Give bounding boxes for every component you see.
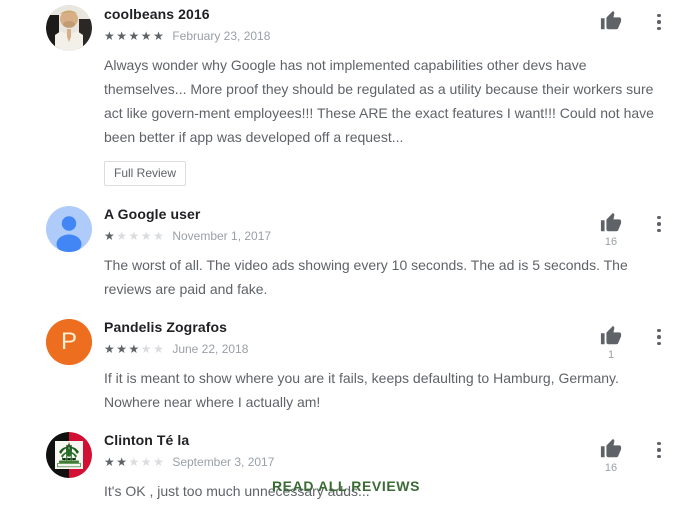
review-date: November 1, 2017 [172,229,272,243]
thumb-up-icon [600,212,622,232]
review-meta: ★ ★ ★ ★ ★ February 23, 2018 [104,28,668,44]
avatar-photo-icon [46,5,92,51]
review-date: June 22, 2018 [172,342,249,356]
overflow-dot [657,328,661,333]
thumb-up-button[interactable] [594,10,628,47]
review-item: A Google user ★ ★ ★ ★ ★ November 1, 2017 The… [0,204,692,301]
review-author: Pandelis Zografos [104,319,228,335]
read-all-reviews-footer: READ ALL REVIEWS [0,463,692,509]
overflow-dot [657,335,661,339]
star-rating: ★ ★ ★ ★ ★ [104,230,165,242]
default-user-avatar-icon [46,206,92,252]
read-all-reviews-button[interactable]: READ ALL REVIEWS [264,472,428,500]
star-filled-icon: ★ [128,29,141,43]
overflow-menu-icon[interactable] [650,438,668,461]
avatar[interactable] [46,206,92,252]
full-review-button[interactable]: Full Review [104,161,187,186]
star-rating: ★ ★ ★ ★ ★ [104,30,165,42]
review-meta: ★ ★ ★ ★ ★ June 22, 2018 [104,341,668,357]
overflow-dot [657,222,661,226]
thumb-up-icon [600,438,622,458]
star-filled-icon: ★ [153,29,166,43]
review-text: Always wonder why Google has not impleme… [104,57,658,145]
review-meta: ★ ★ ★ ★ ★ November 1, 2017 [104,228,668,244]
review-header: A Google user ★ ★ ★ ★ ★ November 1, 2017 [104,204,668,244]
thumb-up-count: 16 [604,236,618,248]
star-filled-icon: ★ [128,342,141,356]
review-header: Pandelis Zografos ★ ★ ★ ★ ★ June 22, 2018 [104,317,668,357]
review-item: coolbeans 2016 ★ ★ ★ ★ ★ February 23, 2018 A… [0,0,692,186]
star-empty-icon: ★ [153,229,166,243]
overflow-dot [657,448,661,452]
review-date: February 23, 2018 [172,29,271,43]
star-filled-icon: ★ [104,229,117,243]
review-author: Clinton Té la [104,432,190,448]
avatar[interactable] [46,5,92,51]
review-author: A Google user [104,206,201,222]
star-empty-icon: ★ [140,342,154,356]
thumb-up-count: 1 [607,349,615,361]
star-filled-icon: ★ [116,29,129,43]
overflow-menu-icon[interactable] [650,212,668,235]
overflow-menu-icon[interactable] [650,325,668,348]
star-empty-icon: ★ [128,229,141,243]
overflow-dot [657,454,661,459]
overflow-dot [657,228,661,233]
overflow-dot [657,26,661,31]
avatar[interactable]: P [46,319,92,365]
overflow-menu-icon[interactable] [650,10,668,33]
overflow-dot [657,20,661,24]
review-item: P Pandelis Zografos ★ ★ ★ ★ ★ June 22, 2018 … [0,317,692,414]
star-empty-icon: ★ [153,342,166,356]
star-empty-icon: ★ [140,229,154,243]
overflow-dot [657,215,661,220]
review-actions: 16 [594,212,668,249]
review-header: coolbeans 2016 ★ ★ ★ ★ ★ February 23, 2018 [104,4,668,44]
star-filled-icon: ★ [104,342,117,356]
avatar-initial: P [46,319,92,365]
review-author: coolbeans 2016 [104,6,210,22]
review-actions: 1 [594,325,668,362]
star-filled-icon: ★ [104,29,117,43]
thumb-up-button[interactable]: 16 [594,212,628,249]
overflow-dot [657,441,661,446]
star-filled-icon: ★ [116,342,129,356]
review-text: The worst of all. The video ads showing … [104,257,632,297]
star-rating: ★ ★ ★ ★ ★ [104,343,165,355]
reviews-panel: coolbeans 2016 ★ ★ ★ ★ ★ February 23, 2018 A… [0,0,692,509]
thumb-up-icon [600,325,622,345]
thumb-up-button[interactable]: 1 [594,325,628,362]
overflow-dot [657,341,661,346]
star-filled-icon: ★ [140,29,154,43]
overflow-dot [657,13,661,18]
review-actions [594,10,668,47]
review-text: If it is meant to show where you are it … [104,370,623,410]
thumb-up-icon [600,10,622,30]
star-empty-icon: ★ [116,229,129,243]
